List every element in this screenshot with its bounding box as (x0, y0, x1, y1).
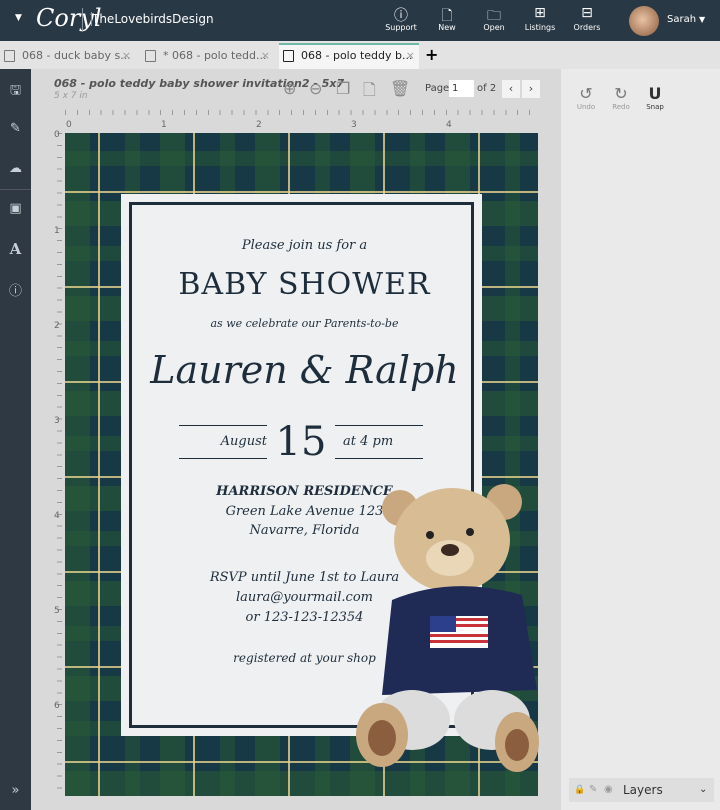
divider (179, 425, 267, 426)
redo-label: Redo (612, 103, 630, 111)
day-text[interactable]: 15 (272, 419, 330, 465)
expand-icon[interactable]: » (0, 783, 31, 798)
listings-label: Listings (524, 23, 556, 32)
lock-icon[interactable]: 🔒 (574, 778, 585, 802)
folder-icon: 🗀 (487, 8, 501, 24)
redo-button[interactable]: ↻ Redo (606, 84, 636, 111)
tab-label: 068 - duck baby s... (22, 49, 131, 62)
document-title: 068 - polo teddy baby shower invitation2… (54, 77, 345, 90)
ruler-label: 0 (66, 120, 72, 130)
undo-button[interactable]: ↺ Undo (571, 84, 601, 111)
avatar[interactable] (629, 6, 659, 36)
ruler-label: 1 (54, 226, 60, 236)
ruler-label: 2 (256, 120, 262, 130)
left-toolbar: 🖫 ✎ ☁ ▣ A ⓘ » (0, 69, 31, 810)
ruler-label: 4 (446, 120, 452, 130)
open-button[interactable]: 🗀 Open (469, 5, 519, 32)
undo-label: Undo (576, 103, 596, 111)
subtitle-text[interactable]: as we celebrate our Parents-to-be (132, 317, 477, 330)
snap-label: Snap (646, 103, 664, 111)
orders-button[interactable]: ⊟ Orders (562, 5, 612, 32)
month-text[interactable]: August (179, 434, 267, 449)
next-page-button[interactable]: › (522, 80, 540, 98)
ruler-label: 6 (54, 701, 60, 711)
magnet-icon: U (648, 84, 662, 103)
image-icon (145, 50, 156, 62)
document-size: 5 x 7 in (54, 91, 88, 101)
names-text[interactable]: Lauren & Ralph (132, 348, 477, 392)
user-menu-caret-icon[interactable]: ▼ (699, 15, 705, 24)
prev-page-button[interactable]: ‹ (502, 80, 520, 98)
divider (335, 458, 423, 459)
new-button[interactable]: 🗋 New (422, 5, 472, 32)
divider (82, 8, 83, 32)
ruler-label: 3 (54, 416, 60, 426)
brand-name[interactable]: TheLovebirdsDesign (91, 12, 214, 26)
chevron-down-icon[interactable]: ⌄ (699, 778, 707, 802)
ruler-label: 5 (54, 606, 60, 616)
redo-icon: ↻ (614, 84, 628, 103)
tab-label: * 068 - polo tedd... (163, 49, 267, 62)
tab-polo-active[interactable]: 068 - polo teddy b... × (279, 43, 419, 69)
ruler-label: 2 (54, 321, 60, 331)
close-icon[interactable]: × (122, 45, 131, 67)
ruler-label: 4 (54, 511, 60, 521)
listings-button[interactable]: ⊞ Listings (515, 5, 565, 32)
image-icon (283, 50, 294, 62)
page-count: of 2 (477, 83, 497, 94)
layers-label: Layers (623, 783, 663, 797)
undo-icon: ↺ (579, 84, 593, 103)
teddy-bear-image[interactable] (352, 480, 542, 776)
new-file-icon: 🗋 (441, 8, 453, 24)
divider (0, 189, 31, 190)
intro-text[interactable]: Please join us for a (132, 238, 477, 253)
event-title[interactable]: BABY SHOWER (132, 267, 477, 302)
right-panel (562, 69, 720, 810)
tab-label: 068 - polo teddy b... (301, 49, 413, 62)
save-icon[interactable]: 🖫 (0, 81, 31, 103)
cloud-download-icon[interactable]: ☁ (0, 161, 31, 176)
help-icon: ⓘ (394, 8, 408, 24)
tab-duck[interactable]: 068 - duck baby s... × (0, 45, 135, 69)
page-input[interactable]: 1 (449, 80, 474, 97)
close-icon[interactable]: × (261, 45, 270, 67)
menu-caret-icon[interactable]: ▼ (15, 13, 22, 23)
save-as-icon[interactable]: ✎ (0, 121, 31, 136)
snap-button[interactable]: U Snap (640, 84, 670, 111)
orders-label: Orders (573, 23, 601, 32)
pencil-icon[interactable]: ✎ (589, 778, 597, 802)
ruler-label: 0 (54, 130, 60, 140)
info-icon[interactable]: ⓘ (0, 280, 31, 299)
close-icon[interactable]: × (406, 45, 415, 67)
support-label: Support (385, 23, 417, 32)
image-icon (4, 50, 15, 62)
ruler-label: 1 (161, 120, 167, 130)
ruler-label: 3 (351, 120, 357, 130)
top-bar: ▼ Coryl TheLovebirdsDesign ⓘ Support 🗋 New… (0, 0, 720, 41)
cart-icon: ⊟ (581, 5, 593, 21)
page-label: Page (425, 83, 450, 94)
open-label: Open (483, 23, 505, 32)
duplicate-icon[interactable]: ❐ (336, 79, 350, 98)
layers-panel-header[interactable]: 🔒 ✎ ◉ Layers ⌄ (569, 778, 714, 802)
user-name[interactable]: Sarah (667, 14, 696, 25)
zoom-in-icon[interactable]: ⊕ (283, 79, 296, 98)
eye-icon[interactable]: ◉ (604, 778, 613, 802)
vertical-ruler: 0 1 2 3 4 5 6 (40, 130, 62, 796)
divider (335, 425, 423, 426)
add-tab-icon[interactable]: + (425, 45, 438, 64)
zoom-out-icon[interactable]: ⊖ (309, 79, 322, 98)
time-text[interactable]: at 4 pm (343, 434, 423, 449)
support-button[interactable]: ⓘ Support (376, 5, 426, 32)
horizontal-ruler: 0 1 2 3 4 (65, 110, 538, 132)
new-label: New (438, 23, 456, 32)
tab-polo-unsaved[interactable]: * 068 - polo tedd... × (141, 45, 274, 69)
text-icon[interactable]: A (0, 240, 31, 258)
gift-icon: ⊞ (534, 5, 546, 21)
tab-bar: 068 - duck baby s... × * 068 - polo tedd.… (0, 41, 720, 69)
delete-icon[interactable]: 🗑 (390, 79, 410, 98)
image-icon[interactable]: ▣ (0, 201, 31, 216)
add-page-icon[interactable]: 🗋 (363, 79, 376, 106)
divider (179, 458, 267, 459)
